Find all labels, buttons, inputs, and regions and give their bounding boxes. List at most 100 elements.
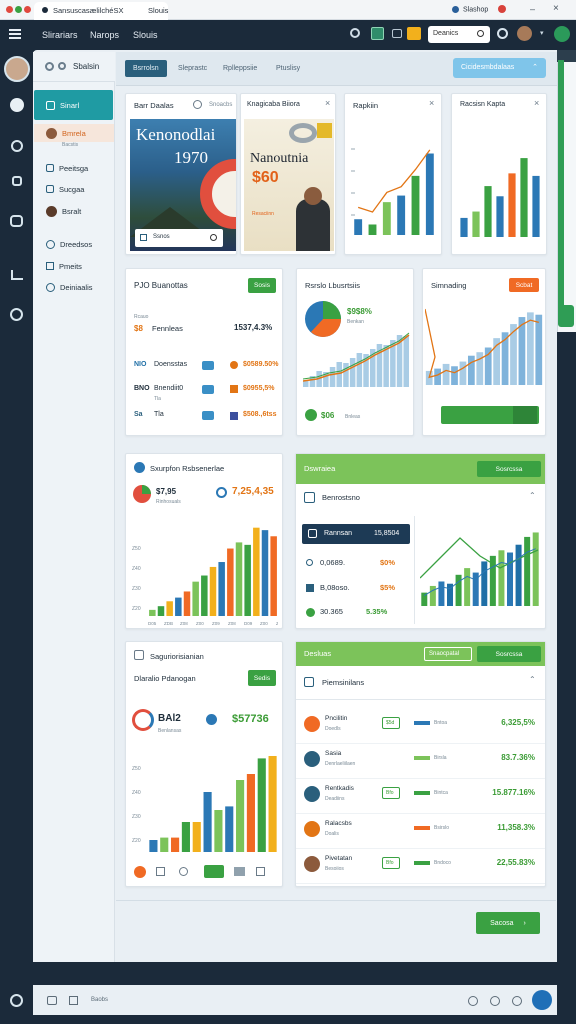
sidebar-item-deiniaalis[interactable]: Deiniaalis bbox=[34, 278, 114, 296]
nav-share[interactable] bbox=[0, 140, 33, 152]
chevron-up-icon[interactable]: ⌃ bbox=[529, 675, 536, 684]
menu-slouis[interactable]: Slouis bbox=[133, 30, 158, 40]
avatar bbox=[304, 786, 320, 802]
card-button[interactable]: Scbat bbox=[509, 278, 539, 292]
close-icon[interactable]: × bbox=[534, 98, 539, 108]
chevron-down-icon[interactable]: ▾ bbox=[540, 29, 544, 37]
list-item[interactable]: Rentkadis Deadiins Bfo Bintca 15.877.16% bbox=[296, 780, 545, 814]
orange-dot-icon[interactable] bbox=[134, 866, 146, 878]
menu-narops[interactable]: Narops bbox=[90, 30, 119, 40]
add-icon[interactable] bbox=[305, 409, 317, 421]
nav-chart[interactable] bbox=[0, 270, 33, 280]
hamburger-icon[interactable] bbox=[9, 29, 21, 39]
nav-chat[interactable] bbox=[0, 215, 33, 227]
help-icon[interactable] bbox=[512, 996, 522, 1006]
list-item[interactable]: Ralacsbs Doalis Bsirslo 11,358.3% bbox=[296, 815, 545, 849]
nav-compass[interactable] bbox=[0, 308, 33, 321]
image-icon[interactable] bbox=[156, 867, 165, 876]
users-icon[interactable] bbox=[179, 867, 188, 876]
chart-bar bbox=[498, 550, 505, 606]
camera-icon[interactable] bbox=[47, 996, 57, 1005]
close-icon[interactable]: × bbox=[325, 98, 330, 108]
card-chip[interactable]: Snoacbs bbox=[209, 102, 232, 108]
card-button[interactable]: Sosis bbox=[248, 278, 276, 293]
tab-ptuslisy[interactable]: Ptuslisy bbox=[268, 60, 308, 77]
toggle-icon[interactable] bbox=[202, 385, 214, 394]
hero-search-input[interactable]: Ssnos bbox=[135, 229, 223, 247]
status-icon[interactable] bbox=[554, 26, 570, 42]
tab-bsrrolsn[interactable]: Bsrrolsn bbox=[125, 60, 167, 77]
card-subtitle: Dlaralio Pdanogan bbox=[134, 674, 196, 683]
list-item-tag[interactable]: Bfo bbox=[382, 787, 400, 799]
right-action-icon[interactable] bbox=[558, 305, 574, 327]
list-item[interactable]: Sasia Denrlaeliilaen Birsla 83.7.36% bbox=[296, 745, 545, 779]
help-icon[interactable] bbox=[10, 994, 23, 1007]
chart-saguriori[interactable]: Z20 Z30 Z40 Z50 bbox=[132, 746, 278, 856]
sidebar-item-active[interactable]: Sinarl bbox=[34, 90, 113, 120]
sidebar-item-pmeits[interactable]: Pmeits bbox=[34, 257, 114, 275]
settings-icon[interactable] bbox=[134, 462, 145, 473]
poster-image[interactable]: Nanoutnia $60 Resaciinn bbox=[244, 119, 334, 251]
chart-rapkiin[interactable] bbox=[351, 139, 437, 239]
print-icon[interactable] bbox=[234, 867, 245, 876]
filter-icon[interactable] bbox=[58, 62, 66, 70]
clock-icon[interactable] bbox=[490, 996, 500, 1006]
card-button[interactable]: Sedis bbox=[248, 670, 276, 686]
hero-image[interactable]: Kenonodlai 1970 Ssnos bbox=[130, 119, 236, 251]
grid-icon[interactable] bbox=[69, 996, 78, 1005]
sidebar-item-dreedsos[interactable]: Dreedsos bbox=[34, 235, 114, 253]
close-icon[interactable]: × bbox=[429, 98, 434, 108]
chart-simnading[interactable] bbox=[425, 299, 543, 387]
window-icon[interactable] bbox=[392, 29, 402, 38]
toggle-icon[interactable] bbox=[202, 361, 214, 370]
tab-sleprastc[interactable]: Sleprastc bbox=[170, 60, 215, 77]
search-icon[interactable] bbox=[350, 28, 360, 38]
list-item-tag[interactable]: $5d bbox=[382, 717, 400, 729]
table-header[interactable]: Rannsan 15,8504 bbox=[302, 524, 410, 544]
top-action-button[interactable]: Cicidesmbdalaas ⌃ bbox=[453, 58, 546, 78]
list-item-tag[interactable]: Bfo bbox=[382, 857, 400, 869]
browser-tab-2[interactable]: Slouis bbox=[148, 6, 168, 15]
sidebar-item-bacstis[interactable]: Bacstis bbox=[34, 136, 114, 154]
avatar[interactable] bbox=[517, 26, 532, 41]
tab-rplleppsiie[interactable]: Rplleppsiie bbox=[215, 60, 265, 77]
notification-icon[interactable] bbox=[498, 5, 506, 13]
settings-icon[interactable] bbox=[468, 996, 478, 1006]
card-chip[interactable]: Snaocpatal bbox=[424, 647, 472, 661]
profile-chip[interactable]: Slashop bbox=[452, 6, 488, 13]
close-window-icon[interactable] bbox=[6, 6, 13, 13]
page-active[interactable] bbox=[513, 406, 537, 424]
settings-icon[interactable] bbox=[497, 28, 508, 39]
star-icon[interactable] bbox=[407, 27, 421, 40]
area-chart[interactable] bbox=[303, 329, 411, 387]
list-item[interactable]: Pncilitin Doedls $5d Bntoa 6,325,5% bbox=[296, 710, 545, 744]
footer-button[interactable]: Sacosa › bbox=[476, 912, 540, 934]
user-avatar[interactable] bbox=[4, 56, 30, 82]
card-button[interactable]: Sosrcssa bbox=[477, 461, 541, 477]
app-icon[interactable] bbox=[371, 27, 384, 40]
close-icon[interactable]: × bbox=[553, 3, 559, 14]
nav-globe[interactable] bbox=[0, 98, 33, 114]
minimize-window-icon[interactable] bbox=[24, 6, 31, 13]
confirm-chip[interactable] bbox=[204, 865, 224, 878]
chevron-up-icon[interactable]: ⌃ bbox=[529, 491, 536, 500]
maximize-window-icon[interactable] bbox=[15, 6, 22, 13]
sidebar-item-peeitsga[interactable]: Peeitsga bbox=[34, 159, 114, 177]
chart-sxurpfon[interactable]: Z20 Z30 Z40 Z50 D05 ZDB Z08 Z00 Z09 Z08 D09 Z00 Z06 bbox=[132, 520, 278, 626]
chart-dswraiea[interactable] bbox=[420, 524, 540, 608]
grid-icon[interactable] bbox=[256, 867, 265, 876]
search-icon[interactable] bbox=[45, 62, 54, 71]
minimize-icon[interactable]: – bbox=[530, 4, 535, 14]
card-button[interactable]: Sosrcssa bbox=[477, 646, 541, 662]
nav-users[interactable] bbox=[0, 176, 33, 186]
header-search[interactable]: Deanics bbox=[428, 26, 490, 43]
assistant-icon[interactable] bbox=[532, 990, 552, 1010]
card-title: Barr Daalas bbox=[134, 101, 174, 110]
search-icon[interactable] bbox=[193, 100, 202, 109]
right-scroll-indicator[interactable] bbox=[558, 60, 564, 315]
pagination[interactable] bbox=[441, 406, 539, 424]
chart-racsisn[interactable] bbox=[458, 149, 542, 239]
sidebar-item-sucgaa[interactable]: Sucgaa bbox=[34, 180, 114, 198]
list-item[interactable]: Pivetatan Besoiios Bfo Bndoco 22,55.83% bbox=[296, 850, 545, 884]
toggle-icon[interactable] bbox=[202, 411, 214, 420]
